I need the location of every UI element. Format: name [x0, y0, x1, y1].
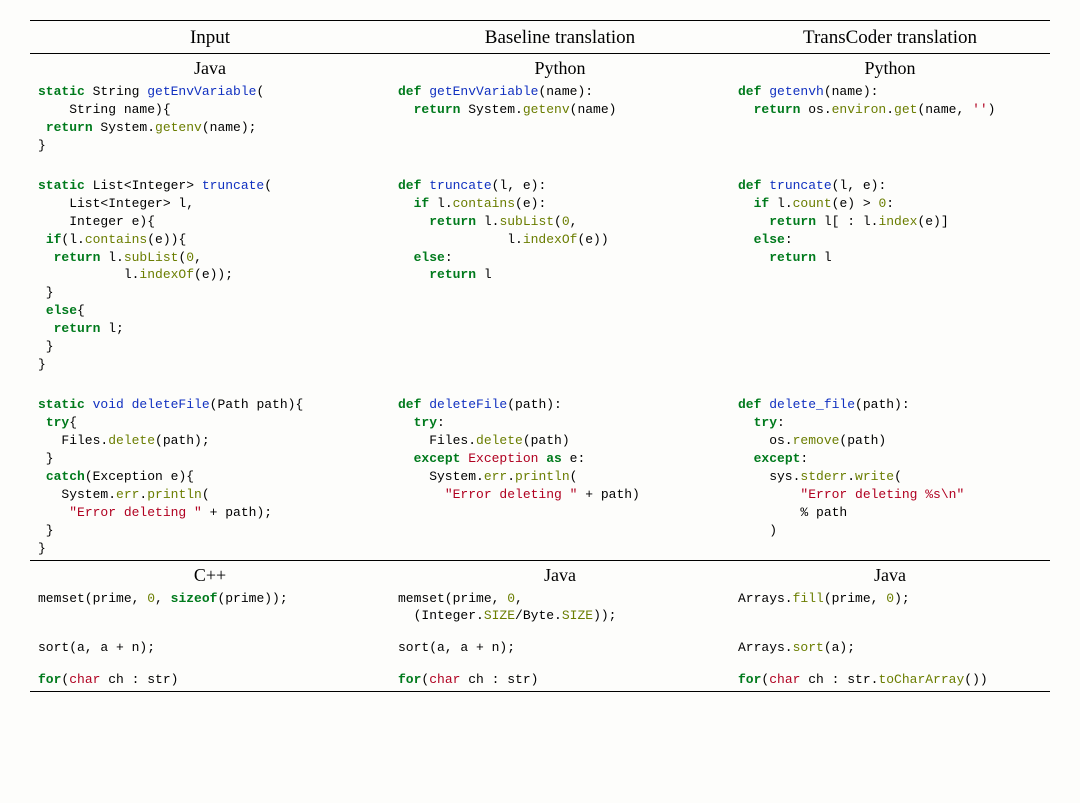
- lang-row-1: Java Python Python: [30, 54, 1050, 81]
- spacer: [30, 376, 1050, 394]
- header-input: Input: [30, 21, 390, 53]
- code-input-1-3: static void deleteFile(Path path){ try{ …: [36, 396, 384, 557]
- example-1-2: static List<Integer> truncate( List<Inte…: [30, 175, 1050, 376]
- lang-row-2: C++ Java Java: [30, 561, 1050, 588]
- rule-bottom: [30, 691, 1050, 692]
- lang-java2: Java: [390, 561, 730, 588]
- code-input-2-2: sort(a, a + n);: [36, 639, 384, 657]
- code-trans-1-1: def getenvh(name): return os.environ.get…: [736, 83, 1044, 119]
- code-baseline-2-2: sort(a, a + n);: [396, 639, 724, 657]
- spacer: [30, 659, 1050, 669]
- code-trans-2-2: Arrays.sort(a);: [736, 639, 1044, 657]
- code-baseline-2-1: memset(prime, 0, (Integer.SIZE/Byte.SIZE…: [396, 590, 724, 626]
- example-1-1: static String getEnvVariable( String nam…: [30, 81, 1050, 157]
- spacer: [30, 157, 1050, 175]
- code-input-1-1: static String getEnvVariable( String nam…: [36, 83, 384, 155]
- code-baseline-2-3: for(char ch : str): [396, 671, 724, 689]
- header-trans: TransCoder translation: [730, 21, 1050, 53]
- code-input-2-3: for(char ch : str): [36, 671, 384, 689]
- code-baseline-1-3: def deleteFile(path): try: Files.delete(…: [396, 396, 724, 504]
- code-input-2-1: memset(prime, 0, sizeof(prime));: [36, 590, 384, 608]
- example-2-2: sort(a, a + n); sort(a, a + n); Arrays.s…: [30, 637, 1050, 659]
- code-input-1-2: static List<Integer> truncate( List<Inte…: [36, 177, 384, 374]
- comparison-table: Input Baseline translation TransCoder tr…: [30, 20, 1050, 692]
- code-baseline-1-2: def truncate(l, e): if l.contains(e): re…: [396, 177, 724, 285]
- header-baseline: Baseline translation: [390, 21, 730, 53]
- example-1-3: static void deleteFile(Path path){ try{ …: [30, 394, 1050, 559]
- code-trans-1-3: def delete_file(path): try: os.remove(pa…: [736, 396, 1044, 540]
- example-2-1: memset(prime, 0, sizeof(prime)); memset(…: [30, 588, 1050, 628]
- code-baseline-1-1: def getEnvVariable(name): return System.…: [396, 83, 724, 119]
- lang-java: Java: [30, 54, 390, 81]
- example-2-3: for(char ch : str) for(char ch : str) fo…: [30, 669, 1050, 691]
- header-row: Input Baseline translation TransCoder tr…: [30, 21, 1050, 53]
- lang-python2: Python: [730, 54, 1050, 81]
- code-trans-1-2: def truncate(l, e): if l.count(e) > 0: r…: [736, 177, 1044, 267]
- lang-java3: Java: [730, 561, 1050, 588]
- code-trans-2-1: Arrays.fill(prime, 0);: [736, 590, 1044, 608]
- spacer: [30, 627, 1050, 637]
- lang-cpp: C++: [30, 561, 390, 588]
- code-trans-2-3: for(char ch : str.toCharArray()): [736, 671, 1044, 689]
- lang-python1: Python: [390, 54, 730, 81]
